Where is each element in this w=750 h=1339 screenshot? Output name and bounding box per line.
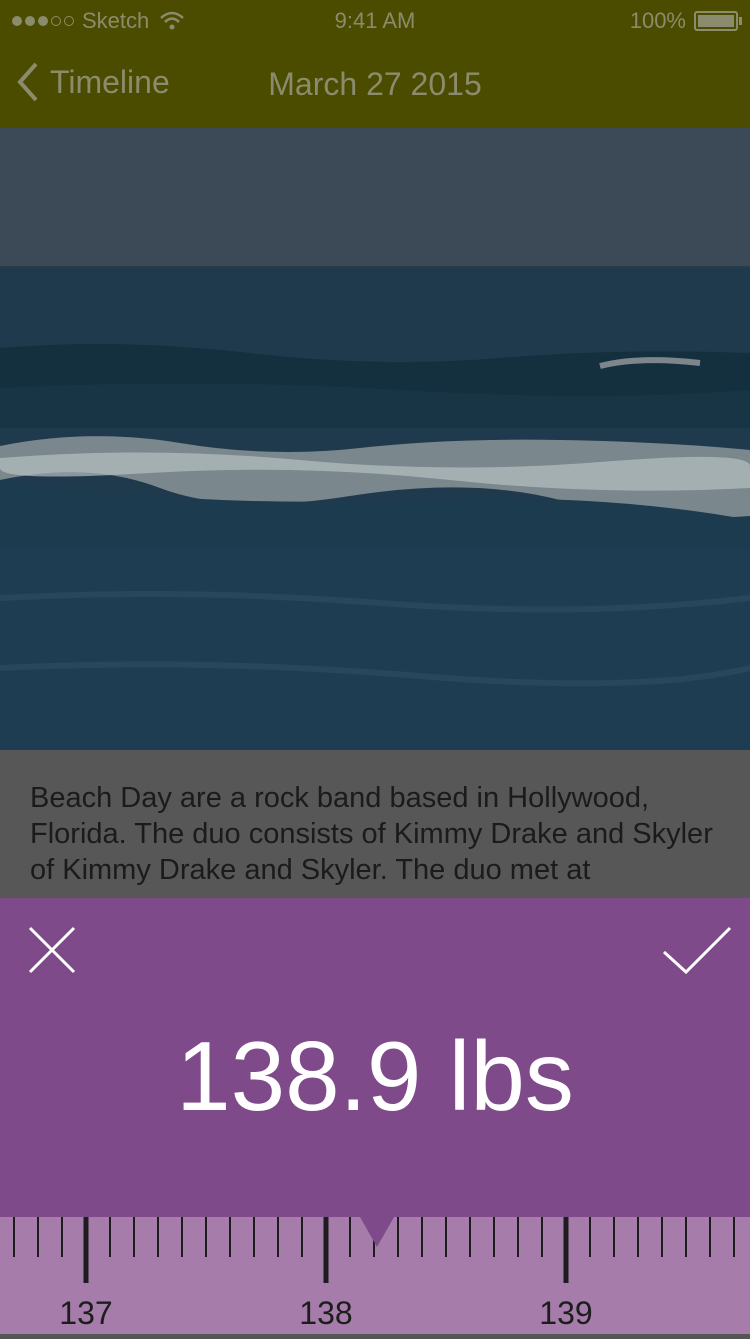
ruler-label-137: 137	[59, 1295, 113, 1331]
page-title: March 27 2015	[268, 66, 482, 102]
ocean-image	[0, 128, 750, 750]
navigation-bar: Timeline March 27 2015	[0, 40, 750, 128]
post-body-text: Beach Day are a rock band based in Holly…	[30, 782, 713, 886]
status-bar: Sketch 9:41 AM 100%	[0, 0, 750, 40]
ruler-pointer-icon	[360, 1217, 394, 1247]
battery-percent: 100%	[629, 8, 686, 33]
post-photo	[0, 128, 750, 750]
ruler-label-138: 138	[299, 1295, 353, 1331]
battery-icon	[694, 11, 742, 31]
weight-picker-sheet: 138.9 lbs	[0, 898, 750, 1218]
top-bar: Sketch 9:41 AM 100% Timeline March 27 20…	[0, 0, 750, 128]
checkmark-icon[interactable]	[662, 924, 732, 976]
weight-ruler[interactable]: 137 138 139	[0, 1217, 750, 1334]
post-content: Beach Day are a rock band based in Holly…	[0, 750, 750, 900]
ruler-label-139: 139	[539, 1295, 593, 1331]
weight-value: 138.9 lbs	[176, 1021, 574, 1131]
close-icon[interactable]	[26, 924, 78, 976]
battery-status: 100%	[629, 8, 742, 34]
